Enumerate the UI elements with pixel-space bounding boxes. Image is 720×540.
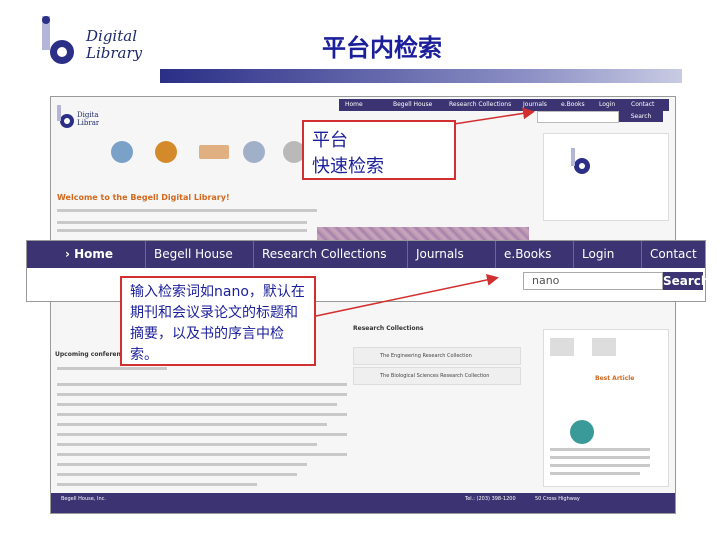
callout-platform-line2: 快速检索 [312, 156, 384, 177]
callout-platform-search: 平台 快速检索 [302, 120, 456, 180]
callout-platform-line1: 平台 [312, 130, 348, 151]
callout-arrows [315, 107, 535, 317]
arrow-to-search-input [315, 273, 499, 317]
arrow-to-top-search [453, 107, 535, 125]
callout-nano-instructions: 输入检索词如nano，默认在期刊和会议录论文的标题和摘要，以及书的序言中检索。 [120, 276, 316, 366]
